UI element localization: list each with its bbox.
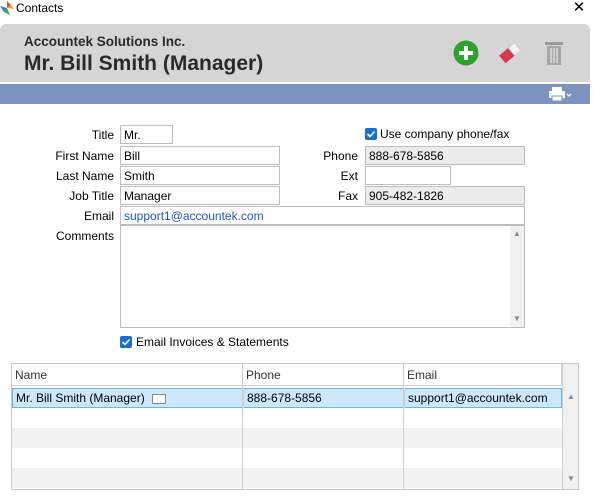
add-icon	[453, 40, 479, 66]
fax-field[interactable]: 905-482-1826	[365, 186, 525, 205]
row-name: Mr. Bill Smith (Manager)	[16, 391, 145, 405]
empty-row	[12, 428, 562, 448]
phone-field[interactable]: 888-678-5856	[365, 146, 525, 165]
contact-title: Mr. Bill Smith (Manager)	[24, 52, 264, 75]
ext-label: Ext	[340, 169, 358, 183]
window-titlebar	[0, 0, 594, 18]
grid-scrollbar[interactable]: ▲ ▼	[562, 364, 578, 489]
print-button[interactable]	[548, 86, 574, 102]
eraser-icon	[499, 42, 522, 64]
scroll-down-icon[interactable]: ▼	[510, 314, 524, 323]
window-title: Contacts	[16, 1, 64, 15]
comments-label: Comments	[55, 229, 114, 243]
email-label: Email	[83, 209, 114, 223]
empty-row	[12, 468, 562, 488]
email-invoices-checkbox[interactable]	[120, 336, 132, 348]
column-divider	[403, 386, 404, 489]
job-title-field[interactable]: Manager	[120, 186, 280, 205]
trash-icon	[545, 42, 563, 65]
printer-icon	[549, 87, 572, 102]
empty-row	[12, 448, 562, 468]
phone-label: Phone	[323, 149, 358, 163]
checkmark-icon	[121, 338, 131, 346]
last-name-label: Last Name	[55, 169, 114, 183]
app-icon	[0, 1, 14, 15]
row-email: support1@accountek.com	[408, 391, 548, 405]
title-label: Title	[91, 128, 114, 142]
contacts-grid: Name Phone Email Mr. Bill Smith (Manager…	[11, 363, 579, 490]
ext-field[interactable]	[365, 166, 451, 185]
row-phone: 888-678-5856	[244, 388, 405, 408]
erase-button[interactable]	[496, 39, 524, 67]
column-divider	[242, 386, 243, 489]
comments-scrollbar[interactable]: ▲ ▼	[510, 226, 524, 327]
empty-row	[12, 408, 562, 428]
job-title-label: Job Title	[69, 189, 114, 203]
close-button[interactable]: ✕	[570, 0, 588, 17]
checkmark-icon	[366, 130, 376, 138]
scroll-up-icon[interactable]: ▲	[564, 392, 578, 401]
scroll-down-icon[interactable]: ▼	[564, 474, 578, 483]
fax-label: Fax	[337, 189, 358, 203]
column-header-phone[interactable]: Phone	[243, 364, 404, 386]
delete-button[interactable]	[540, 39, 568, 67]
title-field[interactable]: Mr.	[120, 125, 173, 144]
last-name-field[interactable]: Smith	[120, 166, 280, 185]
add-contact-button[interactable]	[452, 39, 480, 67]
first-name-label: First Name	[55, 149, 114, 163]
card-icon	[152, 393, 167, 404]
email-field[interactable]: support1@accountek.com	[120, 206, 525, 225]
toolbar-band	[0, 84, 590, 104]
column-header-email[interactable]: Email	[404, 364, 562, 386]
scroll-up-icon[interactable]: ▲	[510, 229, 524, 238]
company-name: Accountek Solutions Inc.	[24, 34, 186, 49]
use-company-checkbox[interactable]	[365, 128, 377, 140]
comments-field[interactable]: ▲ ▼	[120, 225, 525, 328]
first-name-field[interactable]: Bill	[120, 146, 280, 165]
column-header-name[interactable]: Name	[12, 364, 243, 386]
email-invoices-label: Email Invoices & Statements	[136, 335, 289, 349]
row-name-cell: Mr. Bill Smith (Manager)	[13, 388, 244, 408]
table-row[interactable]: Mr. Bill Smith (Manager) 888-678-5856 su…	[12, 388, 562, 408]
use-company-label: Use company phone/fax	[380, 127, 510, 141]
